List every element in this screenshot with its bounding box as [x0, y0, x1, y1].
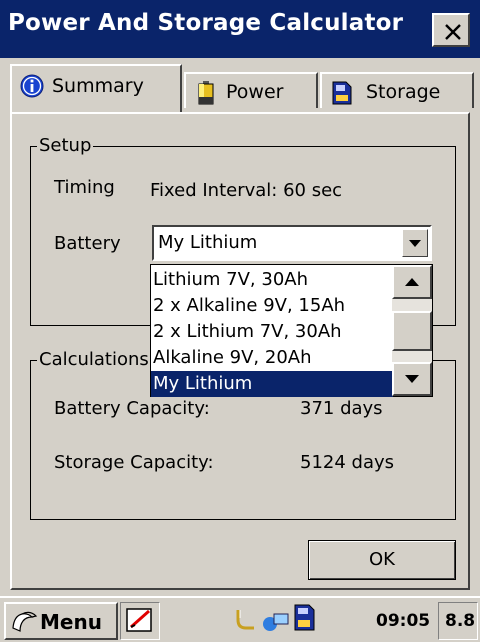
battery-dropdown-list: Lithium 7V, 30Ah 2 x Alkaline 9V, 15Ah 2…: [150, 264, 433, 397]
battery-capacity-label: Battery Capacity:: [54, 398, 210, 419]
arrow-up-icon: [405, 278, 419, 286]
storage-card-icon: [332, 81, 352, 110]
title-bar: Power And Storage Calculator: [0, 0, 480, 58]
tab-strip: Summary Power Storage: [0, 58, 480, 114]
tab-storage-label: Storage: [366, 81, 441, 103]
tab-summary[interactable]: Summary: [10, 64, 182, 112]
timing-label: Timing: [54, 177, 115, 198]
window-title: Power And Storage Calculator: [8, 10, 404, 36]
storage-capacity-value: 5124 days: [300, 452, 395, 473]
battery-capacity-value: 371 days: [300, 398, 383, 419]
ok-button[interactable]: OK: [308, 540, 456, 580]
battery-option-selected[interactable]: My Lithium: [151, 371, 393, 397]
storage-card-icon[interactable]: [294, 604, 316, 636]
windows-flag-icon: [10, 608, 38, 639]
input-panel-icon: [126, 608, 152, 632]
input-panel-button[interactable]: [120, 602, 160, 640]
setup-legend: Setup: [37, 135, 94, 156]
close-icon: [445, 24, 461, 40]
battery-selected-value: My Lithium: [158, 232, 258, 253]
battery-option[interactable]: Lithium 7V, 30Ah: [151, 267, 393, 293]
version-label: 8.8: [445, 611, 476, 631]
timing-value: Fixed Interval: 60 sec: [150, 180, 343, 201]
tab-power[interactable]: Power: [184, 72, 318, 108]
battery-dropdown-button[interactable]: [402, 229, 428, 257]
arrow-down-icon: [405, 375, 419, 383]
connection-icon[interactable]: [232, 606, 260, 638]
storage-capacity-label: Storage Capacity:: [54, 452, 214, 473]
battery-icon: [198, 81, 214, 110]
system-tray: [224, 602, 364, 640]
calculations-legend: Calculations: [37, 349, 151, 370]
chevron-down-icon: [409, 240, 421, 247]
battery-option[interactable]: Alkaline 9V, 20Ah: [151, 345, 393, 371]
battery-option[interactable]: 2 x Lithium 7V, 30Ah: [151, 319, 393, 345]
dropdown-scrollbar[interactable]: [392, 265, 432, 396]
tab-storage[interactable]: Storage: [320, 72, 474, 108]
clock[interactable]: 09:05: [376, 611, 430, 631]
battery-option[interactable]: 2 x Alkaline 9V, 15Ah: [151, 293, 393, 319]
network-icon[interactable]: [260, 608, 290, 638]
scroll-thumb[interactable]: [392, 311, 432, 351]
close-button[interactable]: [432, 13, 470, 47]
start-menu-button[interactable]: Menu: [4, 602, 118, 640]
tab-power-label: Power: [226, 81, 284, 103]
scroll-up-button[interactable]: [392, 265, 432, 299]
taskbar: Menu 09:05 8.8: [0, 596, 480, 642]
menu-label: Menu: [40, 610, 102, 634]
tab-summary-label: Summary: [52, 75, 144, 97]
scroll-down-button[interactable]: [392, 362, 432, 396]
info-icon: [20, 74, 44, 103]
battery-label: Battery: [54, 233, 121, 254]
battery-combobox[interactable]: My Lithium: [152, 225, 432, 261]
